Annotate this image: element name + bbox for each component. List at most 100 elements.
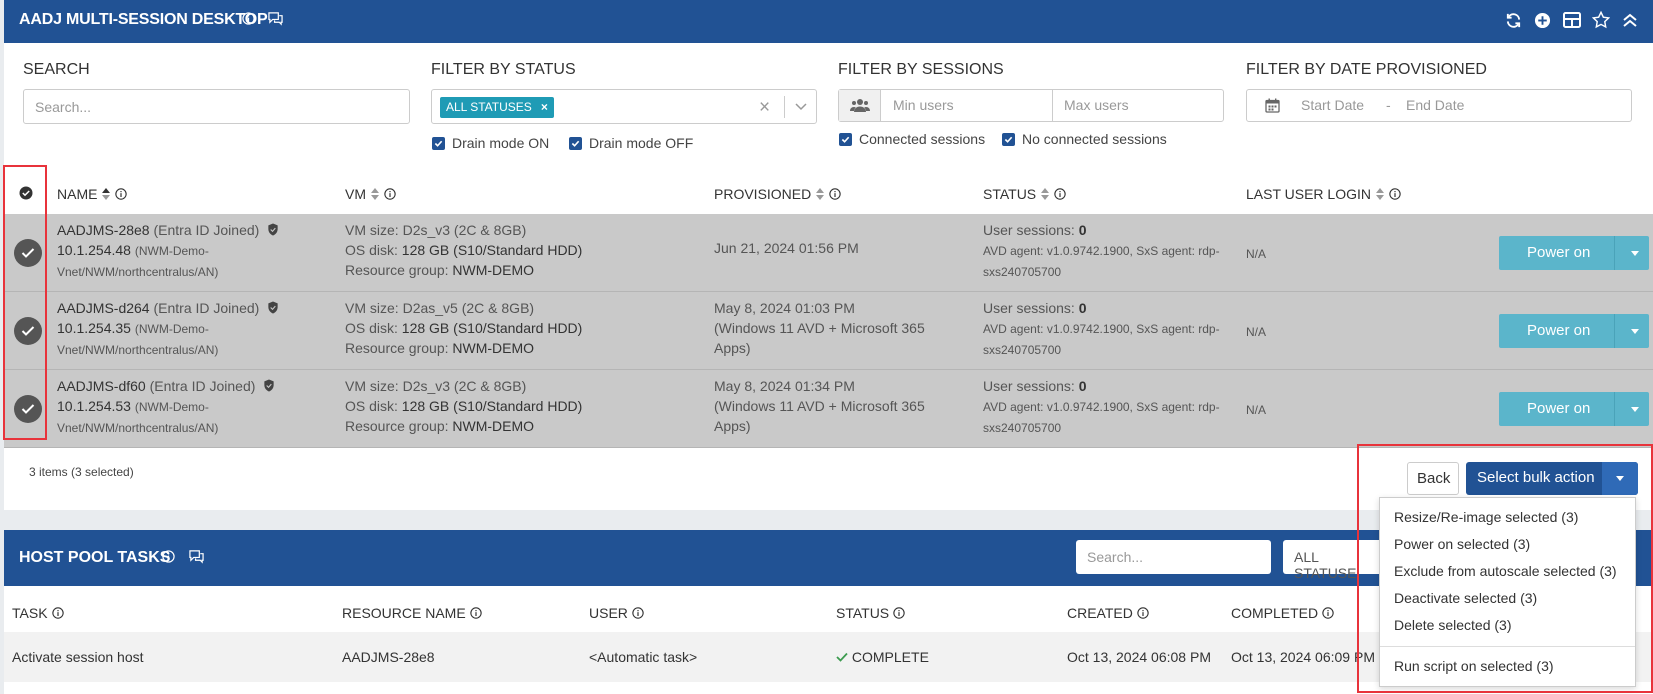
connected-sessions-checkbox[interactable]: Connected sessions — [839, 131, 985, 147]
chat-icon[interactable] — [267, 11, 284, 29]
task-created: Oct 13, 2024 06:08 PM — [1067, 649, 1211, 665]
agent-version-suffix: sxs240705700 — [983, 421, 1062, 435]
search-placeholder: Search... — [35, 99, 92, 115]
button-divider — [1614, 392, 1615, 426]
info-icon[interactable] — [829, 188, 841, 200]
sort-icon[interactable] — [371, 188, 379, 200]
info-icon[interactable] — [1137, 607, 1149, 619]
table-row[interactable]: AADJMS-28e8 (Entra ID Joined) 10.1.254.4… — [4, 214, 1653, 292]
user-sessions-label: User sessions: — [983, 222, 1075, 238]
table-row[interactable]: AADJMS-d264 (Entra ID Joined) 10.1.254.3… — [4, 292, 1653, 370]
resource-group-label: Resource group: — [345, 418, 449, 434]
join-type: (Entra ID Joined) — [149, 378, 256, 394]
power-on-button[interactable]: Power on — [1499, 236, 1649, 270]
checkbox-checked-icon — [569, 136, 582, 150]
task-user: <Automatic task> — [589, 649, 698, 665]
last-login: N/A — [1246, 247, 1267, 261]
column-header-provisioned[interactable]: PROVISIONED — [714, 186, 841, 202]
tasks-title: HOST POOL TASKS — [19, 549, 171, 566]
drain-off-checkbox[interactable]: Drain mode OFF — [569, 135, 693, 151]
column-label: STATUS — [836, 605, 890, 621]
vm-cell: VM size: D2as_v5 (2C & 8GB) OS disk: 128… — [345, 298, 582, 358]
status-filter-select[interactable]: ALL STATUSES × × — [431, 89, 817, 124]
chat-icon[interactable] — [188, 549, 205, 567]
status-chip[interactable]: ALL STATUSES × — [440, 97, 554, 118]
search-input[interactable]: Search... — [23, 89, 410, 124]
host-name[interactable]: AADJMS-d264 — [57, 300, 150, 316]
info-icon[interactable] — [632, 607, 644, 619]
task-completed: Oct 13, 2024 06:09 PM — [1231, 649, 1375, 665]
status-filter-label: FILTER BY STATUS — [431, 61, 576, 78]
info-icon[interactable] — [242, 12, 255, 28]
star-icon[interactable] — [1591, 9, 1610, 31]
tasks-search-input[interactable]: Search... — [1076, 540, 1271, 574]
max-users-input[interactable]: Max users — [1053, 90, 1223, 121]
user-sessions-count: 0 — [1078, 378, 1087, 394]
clear-icon[interactable]: × — [759, 97, 770, 119]
agent-version-suffix: sxs240705700 — [983, 265, 1062, 279]
sort-icon[interactable] — [816, 188, 825, 200]
host-ip: 10.1.254.48 — [57, 242, 131, 258]
vm-size: D2s_v3 (2C & 8GB) — [402, 222, 527, 238]
host-name[interactable]: AADJMS-df60 — [57, 378, 146, 394]
add-icon[interactable] — [1533, 9, 1552, 31]
info-icon[interactable] — [1054, 188, 1066, 200]
shield-icon — [264, 379, 274, 392]
user-sessions-count: 0 — [1078, 300, 1087, 316]
column-header-last-login[interactable]: LAST USER LOGIN — [1246, 186, 1401, 202]
task-name: Activate session host — [12, 649, 144, 665]
resource-group: NWM-DEMO — [452, 262, 535, 278]
no-connected-sessions-checkbox[interactable]: No connected sessions — [1002, 131, 1167, 147]
last-login: N/A — [1246, 403, 1267, 417]
os-disk: 128 GB (S10/Standard HDD) — [401, 242, 583, 258]
info-icon[interactable] — [51, 607, 64, 619]
drain-on-checkbox[interactable]: Drain mode ON — [432, 135, 549, 151]
date-range-input[interactable]: Start Date - End Date — [1246, 89, 1632, 122]
info-icon[interactable] — [1389, 188, 1401, 200]
chip-remove-icon[interactable]: × — [541, 100, 548, 114]
provisioned-image: (Windows 11 AVD + Microsoft 365 — [714, 398, 925, 414]
status-chip-label: ALL STATUSES — [446, 100, 532, 114]
agent-version: AVD agent: v1.0.9742.1900, SxS agent: rd… — [983, 400, 1220, 414]
caret-down-icon[interactable] — [1631, 329, 1639, 334]
min-users-input[interactable]: Min users — [881, 90, 1052, 121]
info-icon[interactable] — [384, 188, 396, 200]
grid-icon[interactable] — [1562, 9, 1581, 31]
tasks-search-placeholder: Search... — [1087, 549, 1144, 565]
power-on-button[interactable]: Power on — [1499, 314, 1649, 348]
table-row[interactable]: AADJMS-df60 (Entra ID Joined) 10.1.254.5… — [4, 370, 1653, 448]
host-network-path: Vnet/NWM/northcentralus/AN) — [57, 343, 219, 357]
info-icon[interactable] — [469, 607, 482, 619]
agent-version: AVD agent: v1.0.9742.1900, SxS agent: rd… — [983, 322, 1220, 336]
power-on-button[interactable]: Power on — [1499, 392, 1649, 426]
info-icon[interactable] — [893, 607, 905, 619]
info-icon[interactable] — [115, 188, 128, 200]
sort-icon[interactable] — [1041, 188, 1050, 200]
caret-down-icon[interactable] — [1631, 251, 1639, 256]
column-header-status[interactable]: STATUS — [983, 186, 1066, 202]
info-icon[interactable] — [1322, 607, 1334, 619]
sort-icon[interactable] — [1376, 188, 1385, 200]
column-header-name[interactable]: NAME — [57, 186, 128, 202]
host-name[interactable]: AADJMS-28e8 — [57, 222, 150, 238]
sort-icon[interactable] — [102, 188, 111, 200]
host-ip: 10.1.254.35 — [57, 320, 131, 336]
items-count: 3 items (3 selected) — [29, 465, 134, 479]
tasks-column-created: CREATED — [1067, 605, 1149, 621]
os-disk: 128 GB (S10/Standard HDD) — [401, 320, 583, 336]
info-icon[interactable] — [162, 550, 175, 566]
status-cell: User sessions: 0 AVD agent: v1.0.9742.19… — [983, 220, 1220, 282]
titlebar-toolbar — [1504, 9, 1639, 31]
host-name-cell: AADJMS-df60 (Entra ID Joined) 10.1.254.5… — [57, 376, 275, 438]
collapse-icon[interactable] — [1620, 9, 1639, 31]
column-header-vm[interactable]: VM — [345, 186, 396, 202]
vm-size-label: VM size: — [345, 300, 399, 316]
chevron-down-icon[interactable] — [794, 99, 808, 116]
os-disk-label: OS disk: — [345, 398, 398, 414]
vm-size-label: VM size: — [345, 378, 399, 394]
drain-on-label: Drain mode ON — [452, 135, 550, 151]
tasks-column-completed: COMPLETED — [1231, 605, 1334, 621]
refresh-icon[interactable] — [1504, 9, 1523, 31]
provisioned-cell: Jun 21, 2024 01:56 PM — [714, 238, 859, 258]
caret-down-icon[interactable] — [1631, 407, 1639, 412]
